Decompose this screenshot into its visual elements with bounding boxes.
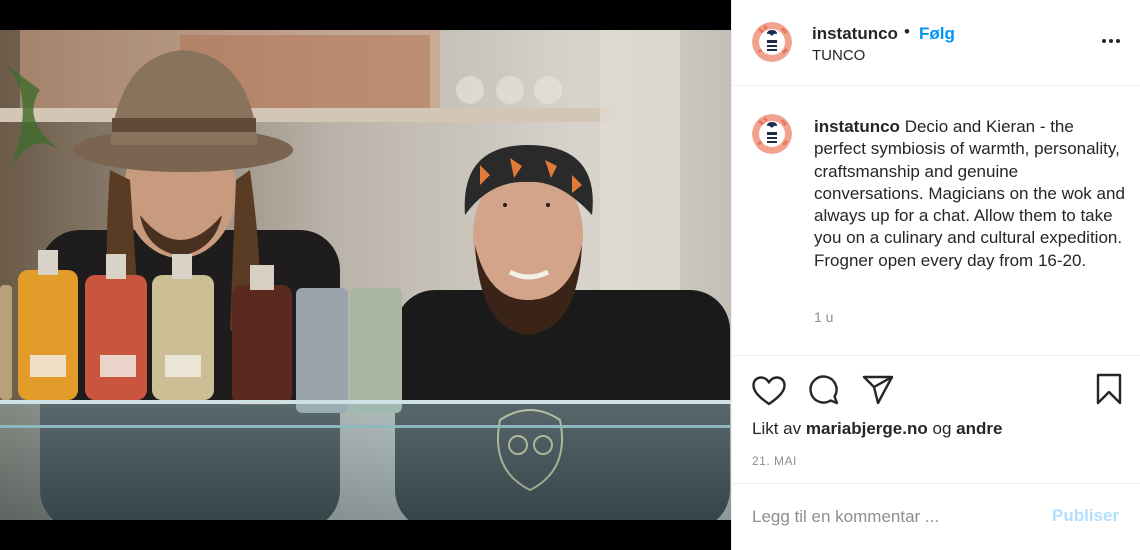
caption-body: Decio and Kieran - the perfect symbiosis… — [814, 117, 1125, 270]
post-caption: instatunco Decio and Kieran - the perfec… — [732, 86, 1140, 356]
post-author-username[interactable]: instatunco — [812, 24, 898, 44]
post-image — [0, 0, 731, 550]
caption-username[interactable]: instatunco — [814, 117, 900, 136]
publish-button[interactable]: Publiser — [1052, 506, 1119, 526]
avatar[interactable] — [752, 114, 792, 154]
tunco-logo-icon — [752, 22, 792, 62]
liked-by-joiner: og — [932, 419, 952, 438]
liked-by-prefix: Likt av — [752, 419, 802, 438]
comment-input[interactable] — [752, 505, 1032, 529]
separator-dot: • — [904, 22, 910, 41]
paper-plane-icon[interactable] — [862, 375, 894, 405]
follow-button[interactable]: Følg — [919, 24, 955, 44]
avatar[interactable] — [752, 22, 792, 62]
caption-text: instatunco Decio and Kieran - the perfec… — [814, 116, 1126, 272]
heart-icon[interactable] — [752, 376, 786, 406]
post-actions: Likt av mariabjerge.no og andre 21. MAI — [732, 356, 1140, 484]
comment-form: Publiser — [732, 484, 1140, 550]
post-age[interactable]: 1 u — [814, 309, 833, 325]
comment-bubble-icon[interactable] — [808, 374, 840, 406]
more-options-icon[interactable] — [1100, 30, 1122, 52]
likes-summary: Likt av mariabjerge.no og andre — [752, 419, 1002, 439]
post-date[interactable]: 21. MAI — [752, 454, 797, 468]
post-side-panel: instatunco • Følg TUNCO instatunco Decio… — [731, 0, 1140, 550]
liked-by-others[interactable]: andre — [956, 419, 1002, 438]
tunco-logo-icon — [752, 114, 792, 154]
post-location[interactable]: TUNCO — [812, 47, 865, 64]
bookmark-icon[interactable] — [1096, 373, 1122, 405]
post-header: instatunco • Følg TUNCO — [732, 0, 1140, 86]
liked-by-user[interactable]: mariabjerge.no — [806, 419, 928, 438]
post-photo[interactable] — [0, 0, 731, 550]
